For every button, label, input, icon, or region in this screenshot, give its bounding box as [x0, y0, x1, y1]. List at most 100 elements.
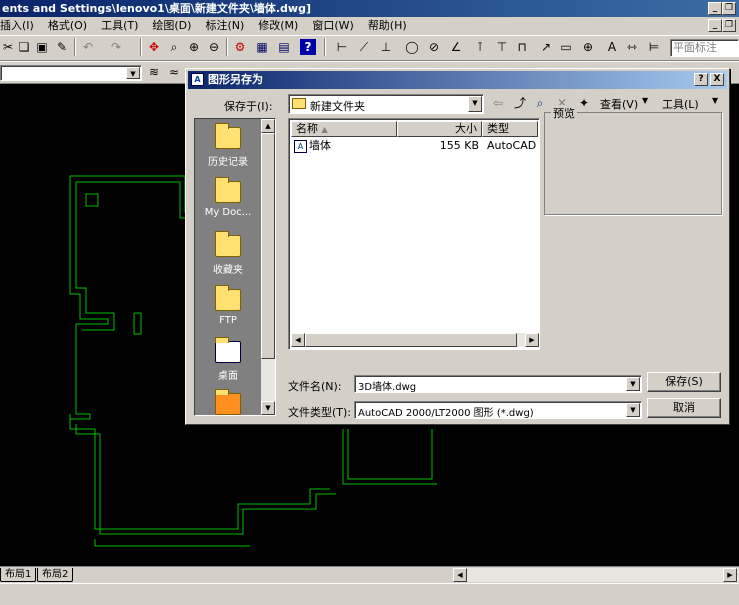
linear-dim-icon[interactable]: ⊢: [334, 39, 350, 55]
menu-window[interactable]: 窗口(W): [312, 17, 353, 35]
cut-icon[interactable]: ✂: [0, 39, 16, 55]
tool-palettes-icon[interactable]: ▤: [276, 39, 292, 55]
app-title: ents and Settings\lenovo1\桌面\新建文件夹\墙体.dw…: [2, 2, 311, 15]
ordinate-dim-icon[interactable]: ⊥: [378, 39, 394, 55]
redo-icon[interactable]: ↷: [108, 39, 124, 55]
place-desktop[interactable]: 桌面: [195, 337, 261, 382]
menu-format[interactable]: 格式(O): [48, 17, 87, 35]
places-scroll-thumb[interactable]: [261, 133, 275, 359]
radius-dim-icon[interactable]: ◯: [404, 39, 420, 55]
menu-help[interactable]: 帮助(H): [368, 17, 407, 35]
tools-chevron-icon[interactable]: ▼: [712, 96, 718, 105]
chevron-down-icon[interactable]: ▼: [126, 67, 140, 79]
folder-icon: [292, 98, 306, 109]
doc-minimize-button[interactable]: _: [708, 19, 722, 32]
menu-tools[interactable]: 工具(T): [101, 17, 138, 35]
diameter-dim-icon[interactable]: ⊘: [426, 39, 442, 55]
dim-edit-icon[interactable]: A: [604, 39, 620, 55]
save-button[interactable]: 保存(S): [647, 372, 721, 392]
zoom-realtime-icon[interactable]: ⌕: [166, 39, 182, 55]
tolerance-icon[interactable]: ▭: [558, 39, 574, 55]
scroll-up-icon[interactable]: ▲: [261, 119, 275, 133]
filetype-dropdown[interactable]: AutoCAD 2000/LT2000 图形 (*.dwg) ▼: [354, 401, 642, 419]
menu-bar: 插入(I) 格式(O) 工具(T) 绘图(D) 标注(N) 修改(M) 窗口(W) 帮助(H): [0, 17, 739, 35]
zoom-previous-icon[interactable]: ⊖: [206, 39, 222, 55]
save-in-value: 新建文件夹: [310, 100, 365, 113]
sort-ascending-icon: ▲: [321, 125, 328, 134]
menu-dimension[interactable]: 标注(N): [205, 17, 244, 35]
place-my-documents[interactable]: My Doc...: [195, 177, 261, 218]
leader-icon[interactable]: ↗: [538, 39, 554, 55]
scroll-right-icon[interactable]: ▶: [525, 333, 539, 347]
copy-icon[interactable]: ❏: [16, 39, 32, 55]
scroll-right-icon[interactable]: ▶: [723, 568, 737, 582]
place-history[interactable]: 历史记录: [195, 123, 261, 168]
design-center-icon[interactable]: ▦: [254, 39, 270, 55]
chevron-down-icon[interactable]: ▼: [626, 403, 640, 417]
dim-update-icon[interactable]: ⊨: [646, 39, 662, 55]
angular-dim-icon[interactable]: ∠: [448, 39, 464, 55]
restore-button[interactable]: ❐: [722, 2, 736, 15]
app-title-bar: ents and Settings\lenovo1\桌面\新建文件夹\墙体.dw…: [0, 0, 739, 17]
dialog-help-button[interactable]: ?: [694, 73, 708, 86]
scroll-left-icon[interactable]: ◀: [291, 333, 305, 347]
chevron-down-icon[interactable]: ▼: [468, 96, 482, 112]
places-bar: 历史记录 My Doc... 收藏夹 FTP 桌面 ▲ ▼: [194, 118, 276, 416]
paste-icon[interactable]: ▣: [34, 39, 50, 55]
save-in-label: 保存于(I):: [224, 100, 273, 113]
zoom-window-icon[interactable]: ⊕: [186, 39, 202, 55]
file-row[interactable]: A 墙体 155 KB AutoCAD 图: [291, 138, 537, 154]
quick-dim-icon[interactable]: ⊺: [472, 39, 488, 55]
file-list[interactable]: 名称 ▲ 大小 类型 A 墙体 155 KB AutoCAD 图 ◀ ▶: [288, 118, 540, 350]
properties-icon[interactable]: ⚙: [232, 39, 248, 55]
tab-layout2[interactable]: 布局2: [37, 568, 74, 582]
save-in-dropdown[interactable]: 新建文件夹 ▼: [288, 94, 484, 114]
filename-label: 文件名(N):: [288, 380, 342, 393]
dialog-close-button[interactable]: X: [710, 73, 724, 86]
up-folder-icon[interactable]: ⤴: [512, 95, 528, 111]
aligned-dim-icon[interactable]: ⟋: [356, 39, 372, 55]
layer-dropdown[interactable]: ▼: [0, 65, 142, 81]
column-header-name[interactable]: 名称 ▲: [291, 121, 397, 137]
back-icon[interactable]: ⇦: [490, 95, 506, 111]
dim-text-edit-icon[interactable]: ⇿: [624, 39, 640, 55]
filetype-label: 文件类型(T):: [288, 406, 352, 419]
horizontal-scrollbar[interactable]: ◀ ▶: [453, 568, 739, 582]
menu-modify[interactable]: 修改(M): [258, 17, 298, 35]
column-header-size[interactable]: 大小: [397, 121, 482, 137]
places-scrollbar[interactable]: ▲ ▼: [261, 119, 275, 415]
scroll-left-icon[interactable]: ◀: [453, 568, 467, 582]
new-folder-icon[interactable]: ✦: [576, 95, 592, 111]
menu-insert[interactable]: 插入(I): [0, 17, 34, 35]
place-favorites[interactable]: 收藏夹: [195, 231, 261, 276]
undo-icon[interactable]: ↶: [80, 39, 96, 55]
filetype-value: AutoCAD 2000/LT2000 图形 (*.dwg): [358, 408, 534, 419]
menu-draw[interactable]: 绘图(D): [152, 17, 191, 35]
center-mark-icon[interactable]: ⊕: [580, 39, 596, 55]
column-header-type[interactable]: 类型: [482, 121, 538, 137]
view-menu-button[interactable]: 查看(V): [600, 96, 638, 112]
baseline-dim-icon[interactable]: ⊤: [494, 39, 510, 55]
layer-previous-icon[interactable]: ≈: [166, 64, 182, 80]
file-list-hscrollbar[interactable]: ◀ ▶: [291, 333, 539, 347]
match-properties-icon[interactable]: ✎: [54, 39, 70, 55]
layer-manager-icon[interactable]: ≋: [146, 64, 162, 80]
help-icon[interactable]: ?: [300, 39, 316, 55]
view-chevron-icon[interactable]: ▼: [642, 96, 648, 105]
continue-dim-icon[interactable]: ⊓: [514, 39, 530, 55]
status-bar: [0, 583, 739, 605]
cancel-button[interactable]: 取消: [647, 398, 721, 418]
pan-icon[interactable]: ✥: [146, 39, 162, 55]
tab-layout1[interactable]: 布局1: [0, 568, 37, 582]
doc-restore-button[interactable]: ❐: [722, 19, 736, 32]
minimize-button[interactable]: _: [708, 2, 722, 15]
filename-input[interactable]: 3D墙体.dwg ▼: [354, 375, 642, 393]
search-web-icon[interactable]: ⌕: [532, 95, 548, 111]
buzzsaw-folder-icon[interactable]: [215, 389, 241, 415]
chevron-down-icon[interactable]: ▼: [626, 377, 640, 391]
place-ftp[interactable]: FTP: [195, 285, 261, 326]
scroll-down-icon[interactable]: ▼: [261, 401, 275, 415]
tools-menu-button[interactable]: 工具(L): [662, 96, 699, 112]
file-list-scroll-thumb[interactable]: [305, 333, 517, 347]
dim-style-dropdown[interactable]: 平面标注: [670, 39, 739, 57]
